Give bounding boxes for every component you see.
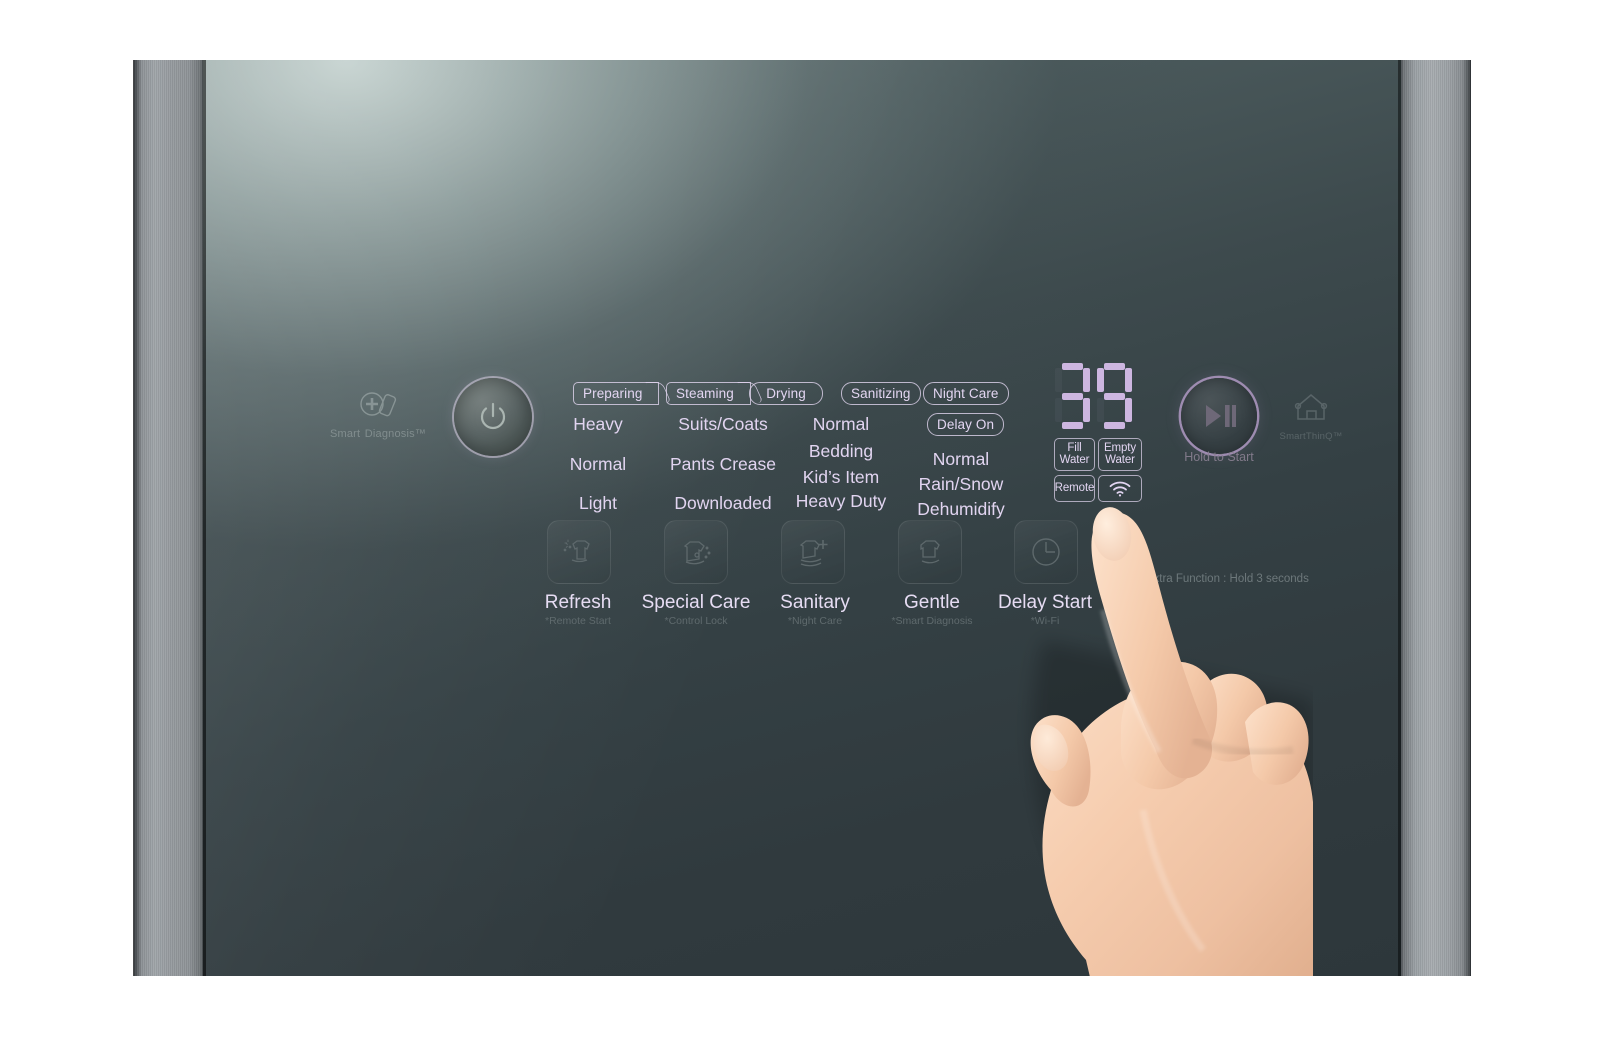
glass-touch-panel[interactable]: Smart Diagnosis™ Preparing Steaming Dryi…: [203, 60, 1401, 976]
clock-icon: [1032, 538, 1060, 566]
course-column-special-care[interactable]: Suits/Coats Pants Crease Downloaded: [658, 415, 788, 512]
course-item[interactable]: Suits/Coats: [658, 415, 788, 433]
extra-function-note: ✻ Extra Function : Hold 3 seconds: [1133, 573, 1309, 585]
status-pill-label: Night Care: [933, 386, 999, 401]
function-button-sanitary[interactable]: [781, 520, 845, 584]
screenshot-root: Smart Diagnosis™ Preparing Steaming Dryi…: [0, 0, 1600, 1062]
smart-diagnosis-icon: [326, 390, 430, 424]
status-pill-label: Drying: [766, 386, 806, 401]
status-pill-label: Steaming: [676, 386, 734, 401]
course-item[interactable]: Heavy: [543, 415, 653, 433]
bezel-left-steel: [133, 60, 205, 976]
course-item[interactable]: Bedding: [781, 442, 901, 460]
shirt-care-icon: [683, 541, 711, 565]
status-pill-delay-on: Delay On: [927, 413, 1005, 436]
smart-diagnosis-mark[interactable]: Smart Diagnosis™: [326, 390, 430, 442]
indicator-fill-water: Fill Water: [1054, 438, 1095, 471]
status-pill-steaming: Steaming: [666, 382, 751, 405]
status-pill-preparing: Preparing: [573, 382, 660, 405]
course-column-sanitary[interactable]: Normal Bedding Kid’s Item Heavy Duty: [781, 415, 901, 510]
indicator-line1: Empty: [1103, 442, 1137, 454]
shirt-plus-icon: [799, 540, 828, 567]
shirt-sparkle-icon: [563, 539, 590, 563]
function-button-delay-start[interactable]: [1014, 520, 1078, 584]
smart-thinq-label: SmartThinQ™: [1279, 431, 1343, 442]
course-item[interactable]: Light: [543, 494, 653, 512]
power-icon: [480, 402, 506, 430]
course-column-gentle-dry[interactable]: Normal Rain/Snow Dehumidify: [897, 450, 1025, 518]
indicator-empty-water: Empty Water: [1098, 438, 1142, 471]
glass-edge-left: [203, 60, 206, 976]
course-item[interactable]: Normal: [897, 450, 1025, 468]
status-pill-label: Preparing: [583, 386, 643, 401]
function-button-special-care[interactable]: [664, 520, 728, 584]
function-button-refresh[interactable]: [547, 520, 611, 584]
function-sub-delay-start: *Wi-Fi: [1030, 615, 1060, 627]
play-pause-icon: [1206, 405, 1236, 427]
smart-diagnosis-line1: Smart: [329, 428, 361, 440]
course-item[interactable]: Pants Crease: [658, 455, 788, 473]
course-item[interactable]: Downloaded: [658, 494, 788, 512]
glass-edge-right: [1398, 60, 1401, 976]
smart-diagnosis-line2: Diagnosis™: [364, 428, 427, 440]
function-label-delay-start: Delay Start: [998, 592, 1092, 613]
course-item[interactable]: Normal: [781, 415, 901, 433]
bezel-right-steel: [1399, 60, 1471, 976]
course-item[interactable]: Normal: [543, 455, 653, 473]
status-pill-label: Sanitizing: [851, 386, 911, 401]
start-pause-button[interactable]: [1181, 378, 1257, 454]
function-button-gentle-dry[interactable]: [898, 520, 962, 584]
course-column-refresh[interactable]: Heavy Normal Light: [543, 415, 653, 512]
status-pill-drying: Drying: [749, 382, 823, 405]
start-button-label: Hold to Start: [1184, 450, 1254, 464]
indicator-line2: Water: [1105, 453, 1135, 466]
status-pill-night-care: Night Care: [923, 382, 1009, 405]
status-pill-sanitizing: Sanitizing: [841, 382, 921, 405]
status-pill-label: Delay On: [937, 417, 995, 432]
indicator-wifi: [1098, 475, 1142, 502]
course-item[interactable]: Heavy Duty: [781, 492, 901, 510]
indicator-remote: Remote: [1054, 475, 1095, 502]
course-item[interactable]: Kid’s Item: [781, 468, 901, 486]
indicator-line1: Fill: [1067, 442, 1082, 454]
shirt-dry-icon: [920, 540, 940, 564]
appliance-control-panel: Smart Diagnosis™ Preparing Steaming Dryi…: [133, 60, 1471, 976]
time-display: [1055, 363, 1132, 429]
wifi-icon: [1109, 481, 1131, 496]
indicator-line2: Water: [1059, 453, 1090, 466]
home-wifi-icon: [1256, 390, 1366, 426]
course-item[interactable]: Dehumidify: [897, 500, 1025, 518]
indicator-line1: Remote: [1054, 481, 1095, 494]
display-digit-1: [1055, 363, 1090, 429]
course-item[interactable]: Rain/Snow: [897, 475, 1025, 493]
display-digit-2: [1097, 363, 1132, 429]
smart-thinq-mark: SmartThinQ™: [1256, 390, 1366, 444]
power-button[interactable]: [454, 378, 532, 456]
